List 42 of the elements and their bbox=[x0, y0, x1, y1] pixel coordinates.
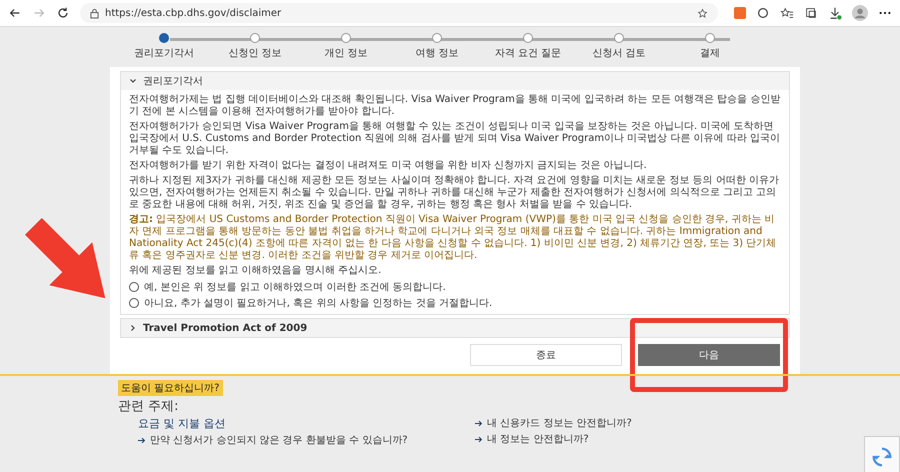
accordion-header[interactable]: 권리포기각서 bbox=[121, 72, 789, 90]
paragraph: 전자여행허가를 받기 위한 자격이 없다는 결정이 내려져도 미국 여행을 위한 비자 신청까지 금지되는 것은 아닙니다. bbox=[129, 160, 648, 172]
faq-link[interactable]: 만약 신청서가 승인되지 않은 경우 환불받을 수 있습니까? bbox=[138, 433, 445, 447]
section-title: Travel Promotion Act of 2009 bbox=[143, 322, 308, 334]
paragraph: 전자여행허가가 승인되면 Visa Waiver Program을 통해 여행할 수 있는 조건이 성립되나 미국 입국을 보장하는 것은 아닙니다. 미국에 도착하면 입국장에서 U.S. Customs and Border Protection 직원에 의해 검사를 받게 되며 Visa Waiver Program이나 미국법상 다른 이유에 따라 입국이 거부될 수도 있습니다. bbox=[129, 121, 781, 157]
radio-option[interactable]: 아니요, 추가 설명이 필요하거나, 혹은 위의 사항을 인정하는 것을 거절합니다. bbox=[129, 296, 781, 310]
lock-icon bbox=[90, 8, 99, 18]
star-icon[interactable] bbox=[697, 8, 708, 18]
faq-link[interactable]: 내 정보는 안전합니까? bbox=[475, 432, 782, 446]
paragraph: 전자여행허가제는 법 집행 데이터베이스와 대조해 확인됩니다. Visa Waiver Program을 통해 미국에 입국하려 하는 모든 여행객은 탑승을 승인받기 전에 본 시스템을 이용해 전자여행허가를 받아야 합니다. bbox=[129, 94, 781, 118]
help-badge[interactable]: 도움이 필요하십니까? bbox=[118, 380, 222, 396]
faq-link[interactable]: 내 신용카드 정보는 안전합니까? bbox=[475, 416, 782, 430]
topic-title: 요금 및 지불 옵션 bbox=[138, 416, 226, 431]
radio-option[interactable]: 예, 본인은 위 정보를 읽고 이해하였으며 이러한 조건에 동의합니다. bbox=[129, 280, 781, 294]
chevron-down-icon bbox=[129, 77, 137, 85]
arrow-right-icon bbox=[475, 436, 483, 442]
collections-icon[interactable] bbox=[804, 6, 818, 20]
arrow-right-icon bbox=[475, 420, 483, 426]
accordion-header[interactable]: Travel Promotion Act of 2009 bbox=[121, 319, 789, 337]
related-topics-heading: 관련 주제: bbox=[118, 398, 180, 415]
step-label: 신청인 정보 bbox=[228, 47, 282, 60]
step-label: 개인 정보 bbox=[324, 47, 368, 60]
address-bar[interactable]: https://esta.cbp.dhs.gov/disclaimer bbox=[80, 3, 718, 23]
step-label: 권리포기각서 bbox=[134, 47, 194, 60]
paragraph: 귀하나 지정된 제3자가 귀하를 대신해 제공한 모든 정보는 사실이며 정확해야 합니다. 자격 요건에 영향을 미치는 새로운 정보 등의 어떠한 이유가 있으면, 전자여행허가는 언제든지 취소될 수 있습니다. 만일 귀하나 귀하를 대신해 누군가 제출한 전자여행허가 신청서에 의식적으로 그리고 고의로 중요한 내용에 대해 허위, 거짓, 위조 진술 및 증언을 할 경우, 귀하는 행정 혹은 형사 처벌을 받을 수 있습니다. bbox=[129, 175, 780, 211]
next-button[interactable]: 다음 bbox=[638, 344, 780, 366]
section-title: 권리포기각서 bbox=[143, 75, 203, 88]
step-label: 신청서 검토 bbox=[592, 47, 646, 60]
favorites-icon[interactable] bbox=[780, 6, 794, 20]
back-icon[interactable] bbox=[8, 6, 22, 20]
step-label: 여행 정보 bbox=[415, 47, 459, 60]
avatar-icon[interactable] bbox=[852, 5, 868, 21]
chevron-right-icon bbox=[129, 324, 137, 332]
download-icon[interactable] bbox=[828, 6, 842, 20]
reload-icon[interactable] bbox=[56, 6, 70, 20]
warning-paragraph: 경고: 입국장에서 US Customs and Border Protection 직원이 Visa Waiver Program (VWP)를 통한 미국 입국 신청을 승인한 경우, 귀하는 비자 면제 프로그램을 통해 방문하는 동안 불법 취업을 하거나 학교에 다니거나 외국 정보 매체를 대표할 수 없습니다. 귀하는 Immigration and Nationality Act 245(c)(4) 조항에 따른 자격이 없는 한 다음 사항을 신청할 수 없습니다. 1) 비이민 신분 변경, 2) 체류기간 연장, 또는 3) 단기체류 혹은 영주권자로 신분 변경. 이러한 조건을 위반할 경우 제거로 이어집니다. bbox=[129, 214, 778, 262]
exit-button[interactable]: 종료 bbox=[470, 344, 622, 366]
recaptcha-icon bbox=[871, 446, 893, 468]
paragraph: 위에 제공된 정보를 읽고 이해하였음을 명시해 주십시오. bbox=[129, 265, 382, 277]
step-label: 결제 bbox=[700, 47, 720, 60]
arrow-right-icon bbox=[138, 436, 146, 444]
step-label: 자격 요건 질문 bbox=[494, 47, 562, 60]
